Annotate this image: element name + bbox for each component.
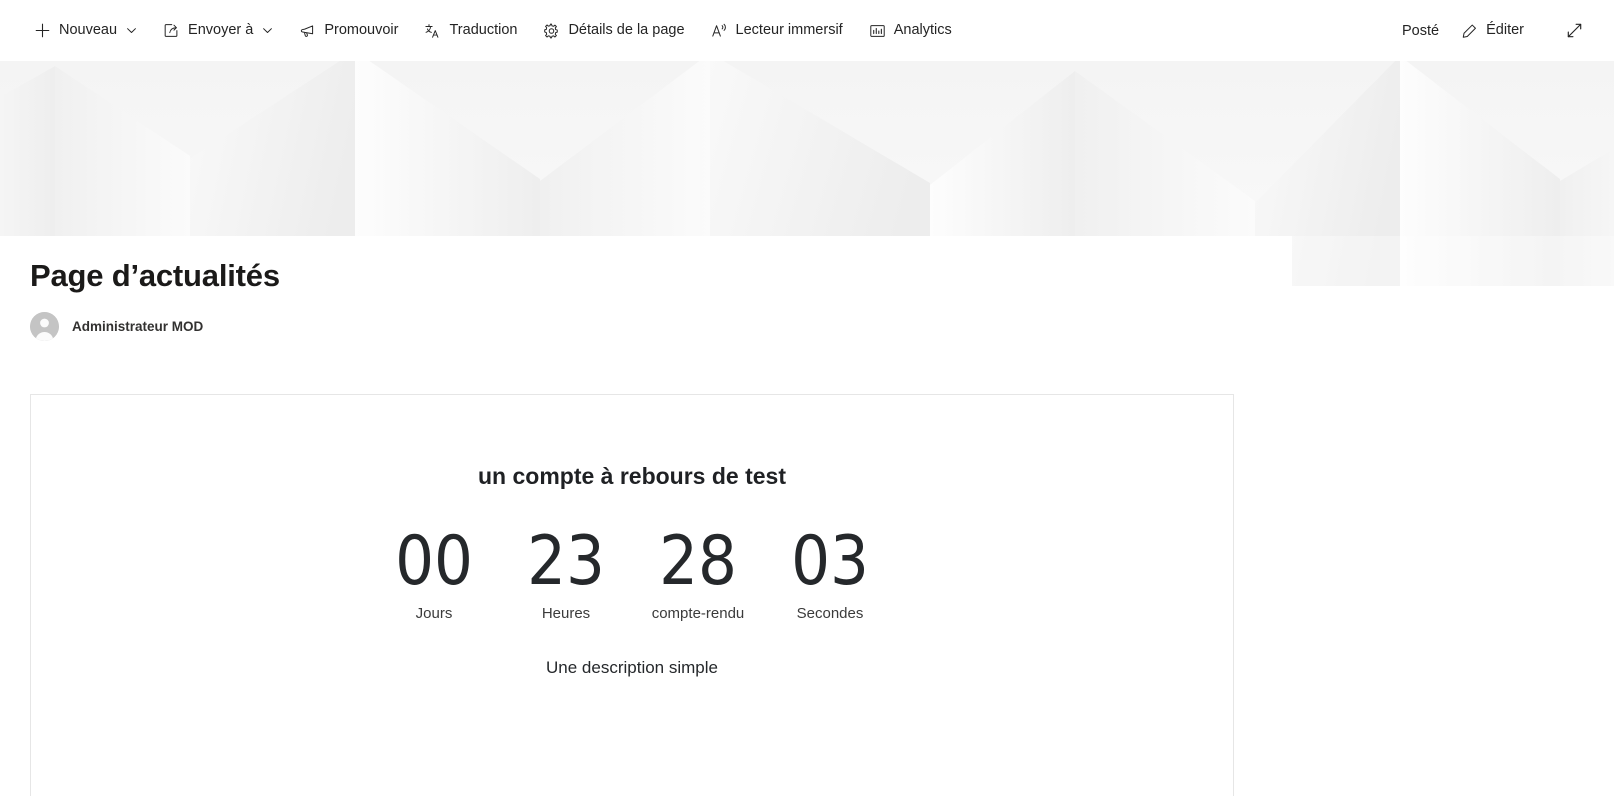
command-immersive-reader-label: Lecteur immersif [735, 22, 843, 39]
command-promote-button[interactable]: Promouvoir [289, 11, 408, 51]
command-bar-right-group: Posté Éditer [1390, 0, 1614, 61]
command-new-label: Nouveau [59, 22, 118, 39]
command-send-to-button[interactable]: Envoyer à [153, 11, 283, 51]
command-page-details-label: Détails de la page [568, 22, 685, 39]
command-promote-label: Promouvoir [324, 22, 399, 39]
edit-button[interactable]: Éditer [1451, 11, 1534, 51]
countdown-minutes-label: compte-rendu [651, 604, 745, 622]
command-immersive-reader-button[interactable]: Lecteur immersif [701, 11, 853, 51]
countdown-unit-days: 00 Jours [368, 521, 500, 622]
command-analytics-button[interactable]: Analytics [859, 11, 962, 51]
sharepoint-news-page: Nouveau Envoyer à Promouvoir Traduction … [0, 0, 1614, 796]
immersive-reader-icon [711, 22, 728, 39]
gear-icon [543, 22, 560, 39]
countdown-title: un compte à rebours de test [477, 463, 786, 489]
command-bar-left-group: Nouveau Envoyer à Promouvoir Traduction … [0, 0, 1390, 61]
command-translation-label: Traduction [449, 22, 518, 39]
countdown-hours-label: Heures [541, 604, 591, 622]
command-page-details-button[interactable]: Détails de la page [533, 11, 694, 51]
analytics-icon [869, 22, 886, 39]
countdown-unit-seconds: 03 Secondes [764, 521, 896, 622]
expand-diagonal-icon[interactable] [1556, 13, 1592, 49]
chevron-down-icon[interactable] [126, 25, 137, 36]
person-avatar-icon[interactable] [30, 312, 59, 341]
countdown-minutes-value: 28 [659, 521, 737, 601]
command-bar: Nouveau Envoyer à Promouvoir Traduction … [0, 0, 1614, 61]
chevron-down-icon[interactable] [262, 25, 273, 36]
page-title-card: Page d’actualités Administrateur MOD [0, 236, 1292, 360]
countdown-days-value: 00 [395, 521, 473, 601]
pencil-icon [1461, 22, 1478, 39]
countdown-description: Une description simple [546, 657, 718, 677]
plus-icon [34, 22, 51, 39]
command-translation-button[interactable]: Traduction [414, 11, 527, 51]
countdown-unit-minutes: 28 compte-rendu [632, 521, 764, 622]
countdown-seconds-label: Secondes [796, 604, 864, 622]
command-analytics-label: Analytics [893, 22, 952, 39]
countdown-hours-value: 23 [527, 521, 605, 601]
edit-label: Éditer [1486, 22, 1524, 39]
countdown-webpart[interactable]: un compte à rebours de test 00 Jours 23 … [30, 394, 1234, 796]
page-title: Page d’actualités [30, 258, 280, 293]
author-name[interactable]: Administrateur MOD [72, 319, 203, 334]
megaphone-icon [299, 22, 316, 39]
byline: Administrateur MOD [30, 312, 1292, 341]
translate-icon [424, 22, 441, 39]
post-status-label: Posté [1402, 22, 1440, 39]
send-to-icon [163, 22, 180, 39]
command-new-button[interactable]: Nouveau [24, 11, 147, 51]
countdown-seconds-value: 03 [791, 521, 869, 601]
countdown-unit-hours: 23 Heures [500, 521, 632, 622]
command-send-to-label: Envoyer à [188, 22, 254, 39]
countdown-days-label: Jours [415, 604, 453, 622]
countdown-container: un compte à rebours de test 00 Jours 23 … [31, 395, 1233, 678]
countdown-units: 00 Jours 23 Heures 28 compte-rendu 03 Se… [31, 521, 1233, 622]
